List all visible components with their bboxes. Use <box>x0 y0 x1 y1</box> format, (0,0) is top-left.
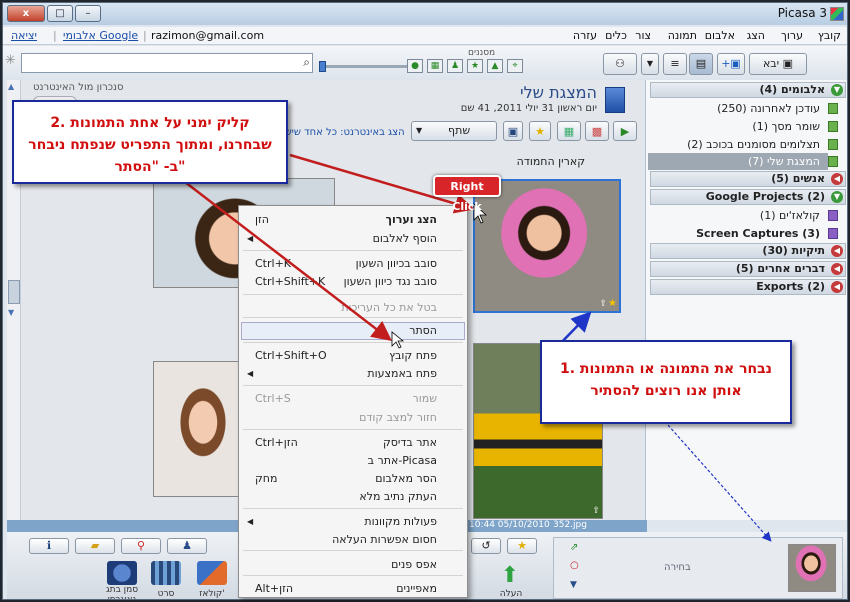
mouse-cursor-icon <box>391 331 405 349</box>
step-2-callout: 2. קליק ימני על אחת התמונות שבחרנו, ומתו… <box>12 100 288 184</box>
annotation-arrows <box>184 153 772 542</box>
right-click-label: Right Click <box>433 175 501 213</box>
blue-arrow-to-tray <box>667 424 772 542</box>
red-arrow-to-hide <box>184 181 392 342</box>
step-1-callout: 1. נבחר את התמונה או התמונות אותן אנו רו… <box>540 340 792 424</box>
